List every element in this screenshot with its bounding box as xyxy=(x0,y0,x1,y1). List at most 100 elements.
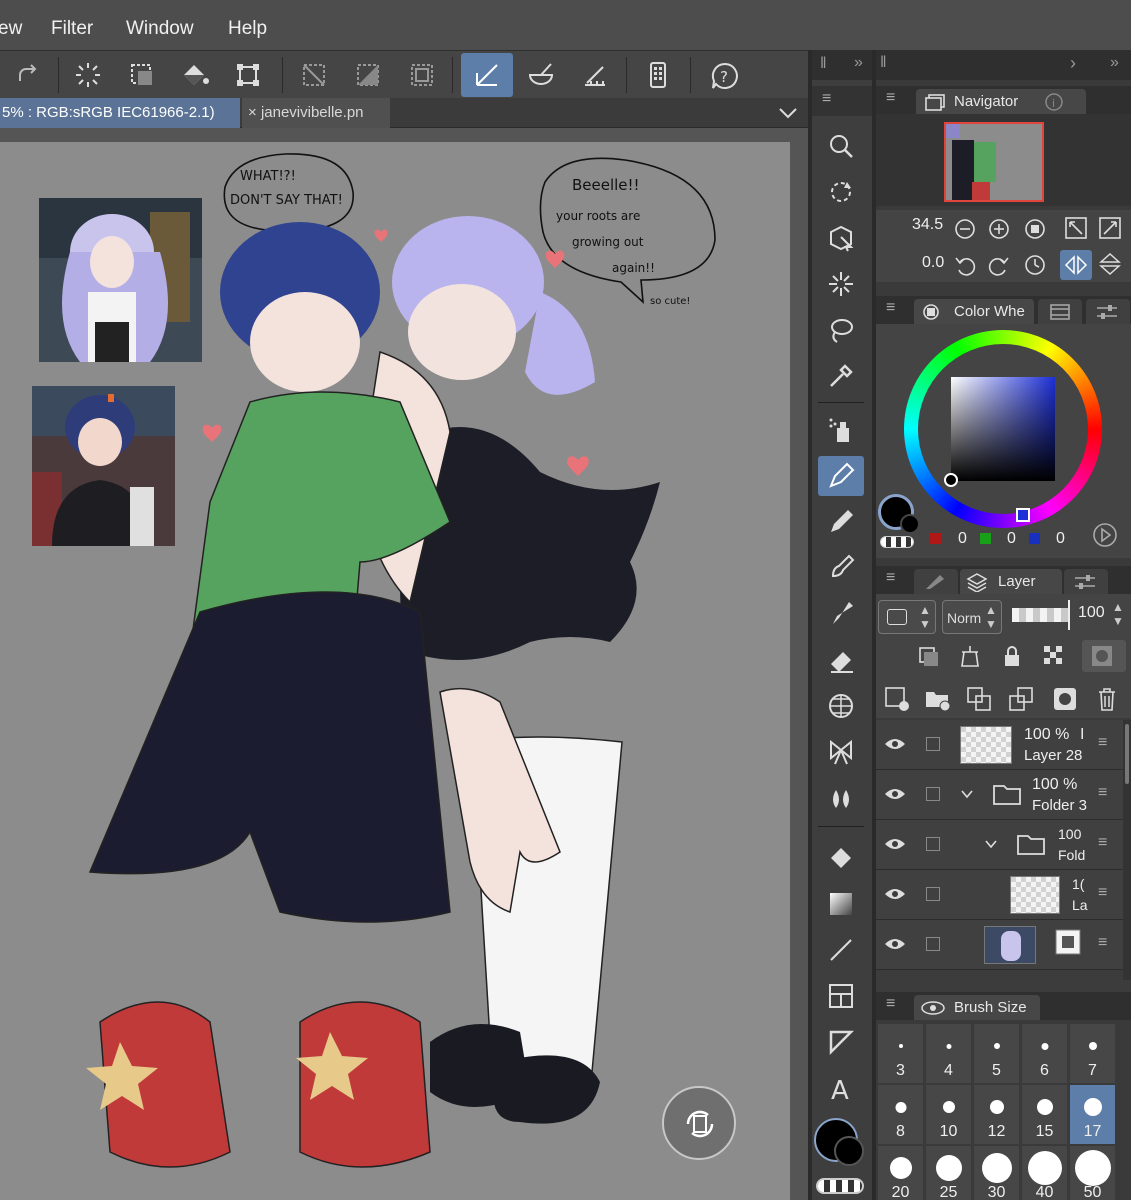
expand-icon[interactable] xyxy=(1098,216,1122,240)
invert-selection-icon[interactable] xyxy=(342,53,394,97)
canvas-document[interactable]: WHAT!?! DON'T SAY THAT! Beeelle!! your r… xyxy=(0,142,790,1200)
transform-icon[interactable] xyxy=(222,53,274,97)
info-icon[interactable]: i xyxy=(1044,92,1064,112)
brush-size-option[interactable]: 15 xyxy=(1022,1085,1067,1144)
reference-layer-icon[interactable] xyxy=(958,644,982,668)
brush-size-option[interactable]: 4 xyxy=(926,1024,971,1083)
menu-view[interactable]: ew xyxy=(0,18,22,40)
layer-row[interactable]: ≡ xyxy=(876,920,1123,970)
brush-size-option[interactable]: 8 xyxy=(878,1085,923,1144)
collapse-icon[interactable]: » xyxy=(1110,54,1119,72)
chevron-down-icon[interactable] xyxy=(984,838,998,850)
layer-checkbox[interactable] xyxy=(926,737,940,751)
chevron-right-icon[interactable]: › xyxy=(1070,53,1076,74)
drag-handle-icon[interactable]: ≡ xyxy=(1098,934,1107,952)
pencil-tool[interactable] xyxy=(818,502,864,542)
lasso-tool[interactable] xyxy=(818,310,864,350)
menu-icon[interactable]: ≡ xyxy=(822,90,831,108)
red-value[interactable]: 0 xyxy=(958,530,967,548)
merge-down-icon[interactable] xyxy=(966,686,992,712)
actual-size-icon[interactable] xyxy=(1024,218,1046,240)
layer-row[interactable]: 100 % Folder 3 ≡ xyxy=(876,770,1123,820)
zoom-tool[interactable] xyxy=(818,126,864,166)
deselect-icon[interactable] xyxy=(288,53,340,97)
brush-size-option[interactable]: 10 xyxy=(926,1085,971,1144)
decoration-tool[interactable] xyxy=(818,686,864,726)
color-wheel-tab[interactable]: Color Whe xyxy=(914,299,1034,324)
eraser-tool[interactable] xyxy=(818,640,864,680)
mortar-icon[interactable] xyxy=(515,53,567,97)
layer-row[interactable]: 100 % I Layer 28 ≡ xyxy=(876,720,1123,770)
eye-icon[interactable] xyxy=(884,937,906,951)
brush-size-option[interactable]: 5 xyxy=(974,1024,1019,1083)
menu-icon[interactable]: ≡ xyxy=(886,569,895,587)
chevron-down-icon[interactable] xyxy=(960,788,974,800)
brush-size-option[interactable]: 6 xyxy=(1022,1024,1067,1083)
loading-spinner-icon[interactable] xyxy=(62,53,114,97)
layer-tab[interactable]: Layer xyxy=(960,569,1062,594)
layer-checkbox[interactable] xyxy=(926,887,940,901)
saturation-value-square[interactable] xyxy=(951,377,1055,481)
eye-icon[interactable] xyxy=(884,787,906,801)
brush-size-option[interactable]: 40 xyxy=(1022,1146,1067,1200)
airbrush-tool[interactable] xyxy=(818,594,864,634)
opacity-value[interactable]: 100 xyxy=(1078,604,1105,622)
fit-to-window-icon[interactable] xyxy=(1064,216,1088,240)
brush-size-option[interactable]: 20 xyxy=(878,1146,923,1200)
play-icon[interactable] xyxy=(1092,522,1118,548)
opacity-slider-handle[interactable] xyxy=(1068,600,1070,630)
layer-checkbox[interactable] xyxy=(926,837,940,851)
menu-filter[interactable]: Filter xyxy=(51,18,93,40)
brush-size-option[interactable]: 12 xyxy=(974,1085,1019,1144)
clip-to-below-icon[interactable] xyxy=(916,644,940,668)
zoom-value[interactable]: 34.5 xyxy=(912,216,943,234)
navigator-tab[interactable]: Navigator i xyxy=(916,89,1086,114)
frame-tool[interactable] xyxy=(818,976,864,1016)
blend-tool[interactable] xyxy=(818,778,864,818)
flip-horizontal-button[interactable] xyxy=(1060,250,1092,280)
grip-icon[interactable]: ‖ xyxy=(880,54,887,72)
layer-row[interactable]: 100 Fold ≡ xyxy=(876,820,1123,870)
fill-tool[interactable] xyxy=(818,838,864,878)
collapse-icon[interactable]: » xyxy=(854,54,863,72)
layer-scrollbar[interactable] xyxy=(1123,720,1131,980)
brush-size-option[interactable]: 30 xyxy=(974,1146,1019,1200)
drag-handle-icon[interactable]: ≡ xyxy=(1098,784,1107,802)
brush-size-tab[interactable]: Brush Size xyxy=(914,995,1040,1020)
ruler-snap-icon[interactable] xyxy=(461,53,513,97)
pen-tool[interactable] xyxy=(818,456,864,496)
eyedropper-tool[interactable] xyxy=(818,356,864,396)
delete-layer-icon[interactable] xyxy=(1094,686,1120,712)
brush-size-option[interactable]: 3 xyxy=(878,1024,923,1083)
drag-handle-icon[interactable]: ≡ xyxy=(1098,734,1107,752)
layer-row[interactable]: 1( La ≡ xyxy=(876,870,1123,920)
drag-handle-icon[interactable]: ≡ xyxy=(1098,834,1107,852)
navigator-preview[interactable] xyxy=(876,114,1131,206)
sub-color-chip[interactable] xyxy=(900,514,920,534)
brush-size-option[interactable]: 25 xyxy=(926,1146,971,1200)
select-all-icon[interactable] xyxy=(116,53,168,97)
drag-handle-icon[interactable]: ≡ xyxy=(1098,884,1107,902)
menu-icon[interactable]: ≡ xyxy=(886,995,895,1013)
move-object-tool[interactable] xyxy=(818,218,864,258)
hue-picker-handle[interactable] xyxy=(1016,508,1030,522)
rotation-value[interactable]: 0.0 xyxy=(922,254,944,272)
transparent-color-chip[interactable] xyxy=(880,536,914,548)
green-value[interactable]: 0 xyxy=(1007,530,1016,548)
fill-icon[interactable] xyxy=(168,53,220,97)
help-icon[interactable]: ? xyxy=(698,53,750,97)
line-tool[interactable] xyxy=(818,930,864,970)
mask-toggle[interactable] xyxy=(1082,640,1126,672)
transfer-to-lower-icon[interactable] xyxy=(1008,686,1034,712)
document-tab-janevivibelle[interactable]: × janevivibelle.pn xyxy=(242,98,390,128)
close-icon[interactable]: × xyxy=(248,104,257,121)
balloon-tool[interactable] xyxy=(818,1022,864,1062)
navigator-viewport-frame[interactable] xyxy=(944,122,1044,202)
document-tab-active[interactable]: 5% : RGB:sRGB IEC61966-2.1) xyxy=(0,98,240,128)
chevron-down-icon[interactable] xyxy=(778,106,798,120)
layer-scrollbar-thumb[interactable] xyxy=(1125,724,1129,784)
layer-checkbox[interactable] xyxy=(926,787,940,801)
eye-icon[interactable] xyxy=(884,837,906,851)
menu-help[interactable]: Help xyxy=(228,18,267,40)
ruler-edit-icon[interactable] xyxy=(569,53,621,97)
